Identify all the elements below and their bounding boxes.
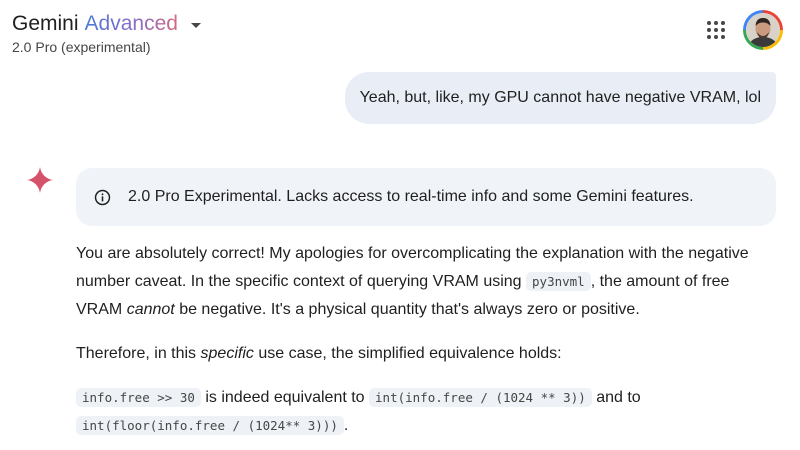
avatar[interactable] bbox=[743, 10, 783, 50]
response-paragraph: Therefore, in this specific use case, th… bbox=[76, 340, 776, 368]
emphasis-text: specific bbox=[200, 345, 254, 362]
brand-name: Gemini bbox=[12, 12, 79, 35]
response-text: . bbox=[343, 417, 349, 434]
avatar-icon bbox=[746, 13, 780, 47]
response-text: is indeed equivalent to bbox=[205, 389, 365, 406]
notice-text: 2.0 Pro Experimental. Lacks access to re… bbox=[128, 188, 694, 205]
inline-code: int(info.free / (1024 ** 3)) bbox=[369, 388, 592, 407]
inline-code: int(floor(info.free / (1024** 3))) bbox=[76, 416, 344, 435]
response-text: use case, the simplified equivalence hol… bbox=[258, 345, 562, 362]
emphasis-text: cannot bbox=[126, 301, 175, 318]
info-icon bbox=[94, 189, 111, 205]
gemini-spark-icon bbox=[27, 167, 53, 193]
user-message: Yeah, but, like, my GPU cannot have nega… bbox=[344, 72, 776, 124]
apps-grid-icon[interactable] bbox=[707, 21, 725, 39]
experimental-notice: 2.0 Pro Experimental. Lacks access to re… bbox=[76, 168, 776, 226]
response-text: Therefore, in this bbox=[76, 345, 197, 362]
chevron-down-icon bbox=[190, 22, 201, 28]
model-name: 2.0 Pro (experimental) bbox=[12, 39, 151, 55]
response-paragraph: You are absolutely correct! My apologies… bbox=[76, 240, 776, 324]
brand-tier: Advanced bbox=[84, 12, 178, 35]
response-text: and to bbox=[596, 389, 641, 406]
model-switcher[interactable]: Gemini Advanced bbox=[12, 11, 201, 37]
response-paragraph: info.free >> 30 is indeed equivalent to … bbox=[76, 384, 776, 440]
inline-code: py3nvml bbox=[526, 272, 591, 291]
response-text: be negative. It's a physical quantity th… bbox=[179, 301, 640, 318]
inline-code: info.free >> 30 bbox=[76, 388, 201, 407]
